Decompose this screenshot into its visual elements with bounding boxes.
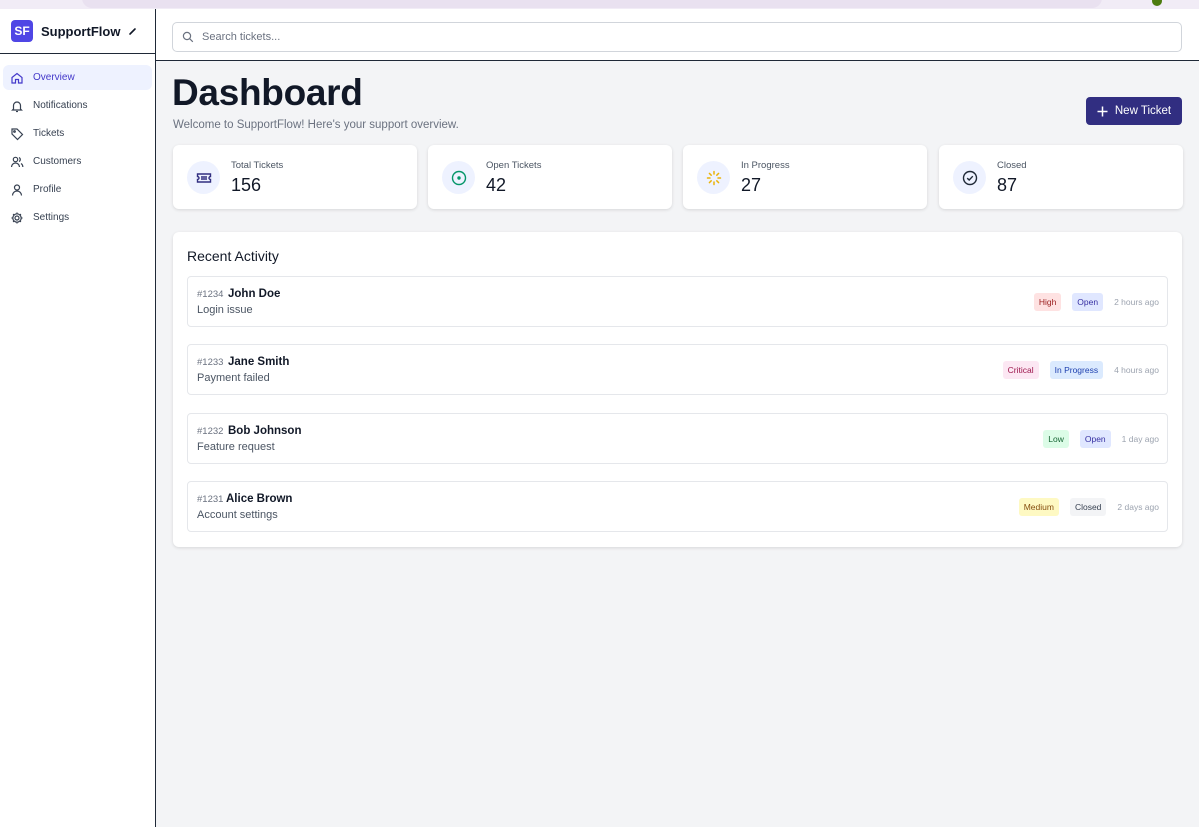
sidebar-item-label: Notifications [33,100,88,111]
ticket-id: #1233 [197,357,224,368]
sidebar-item-label: Tickets [33,128,65,139]
stat-icon-circle [442,161,475,194]
user-icon [10,183,24,197]
stat-icon-circle [953,161,986,194]
sidebar-item-label: Profile [33,184,62,195]
search-input[interactable] [202,31,1102,43]
customer-name: Jane Smith [228,356,290,368]
page-title: Dashboard [172,72,363,113]
sidebar-item-label: Overview [33,72,75,83]
ticket-id: #1231 [197,494,224,505]
status-badge: Open [1079,430,1111,448]
stat-value: 42 [486,175,507,195]
home-icon [10,71,24,85]
stat-label: Closed [997,160,1027,171]
stat-icon-circle [187,161,220,194]
target-icon [451,170,466,185]
profile-avatar[interactable] [1152,0,1162,6]
recent-activity-panel: Recent Activity #1234 John Doe Login iss… [173,232,1182,547]
customer-name: John Doe [228,288,281,300]
sidebar-nav: Overview Notifications Tickets Customers… [0,54,155,230]
priority-badge: Critical [1002,361,1039,379]
status-badge: Closed [1069,498,1107,516]
gear-icon [10,211,24,225]
plus-icon [1097,106,1108,116]
ticket-id: #1234 [197,289,224,300]
stat-label: Open Tickets [486,160,542,171]
edit-icon[interactable] [128,26,138,36]
activity-row[interactable]: #1231 Alice Brown Account settings Mediu… [187,481,1168,532]
ticket-description: Account settings [197,509,278,521]
bell-icon [10,99,24,113]
ticket-description: Login issue [197,304,253,316]
activity-row[interactable]: #1234 John Doe Login issue High Open 2 h… [187,276,1168,327]
stat-value: 156 [231,175,262,195]
sidebar-item-settings[interactable]: Settings [3,205,152,230]
priority-badge: Low [1043,430,1069,448]
sidebar-item-notifications[interactable]: Notifications [3,93,152,118]
page-subtitle: Welcome to SupportFlow! Here's your supp… [173,119,459,131]
address-bar[interactable] [82,0,1102,8]
check-circle-icon [962,170,977,185]
ticket-icon [196,172,211,183]
search-icon [182,31,194,43]
recent-activity-title: Recent Activity [187,248,279,264]
stat-label: Total Tickets [231,160,284,171]
app-name: SupportFlow [41,23,121,39]
timestamp: 2 hours ago [1114,297,1159,307]
stat-card-in-progress: In Progress 27 [683,145,927,209]
loader-icon [706,170,721,185]
ticket-id: #1232 [197,426,224,437]
sidebar-item-tickets[interactable]: Tickets [3,121,152,146]
sidebar-item-profile[interactable]: Profile [3,177,152,202]
topbar [156,9,1199,61]
priority-badge: High [1033,293,1062,311]
sidebar-item-label: Settings [33,212,70,223]
sidebar: SF SupportFlow Overview Notifications Ti… [0,9,156,827]
users-icon [10,155,24,169]
stat-value: 87 [997,175,1018,195]
new-ticket-button[interactable]: New Ticket [1086,97,1182,125]
browser-chrome [0,0,1199,9]
stat-value: 27 [741,175,762,195]
priority-badge: Medium [1018,498,1059,516]
activity-row[interactable]: #1232 Bob Johnson Feature request Low Op… [187,413,1168,464]
sidebar-item-customers[interactable]: Customers [3,149,152,174]
status-badge: In Progress [1049,361,1104,379]
stat-card-open: Open Tickets 42 [428,145,672,209]
timestamp: 2 days ago [1117,502,1159,512]
stat-card-closed: Closed 87 [939,145,1183,209]
tag-icon [10,127,24,141]
timestamp: 4 hours ago [1114,365,1159,375]
ticket-description: Payment failed [197,372,270,384]
activity-row[interactable]: #1233 Jane Smith Payment failed Critical… [187,344,1168,395]
sidebar-item-label: Customers [33,156,82,167]
new-ticket-label: New Ticket [1114,105,1172,117]
timestamp: 1 day ago [1121,434,1159,444]
customer-name: Bob Johnson [228,425,302,437]
app-logo: SF [11,20,33,42]
customer-name: Alice Brown [226,493,293,505]
stat-label: In Progress [741,160,790,171]
stat-card-total: Total Tickets 156 [173,145,417,209]
brand: SF SupportFlow [0,9,155,54]
search-box[interactable] [172,22,1182,52]
sidebar-item-overview[interactable]: Overview [3,65,152,90]
stat-icon-circle [697,161,730,194]
ticket-description: Feature request [197,441,275,453]
status-badge: Open [1072,293,1104,311]
